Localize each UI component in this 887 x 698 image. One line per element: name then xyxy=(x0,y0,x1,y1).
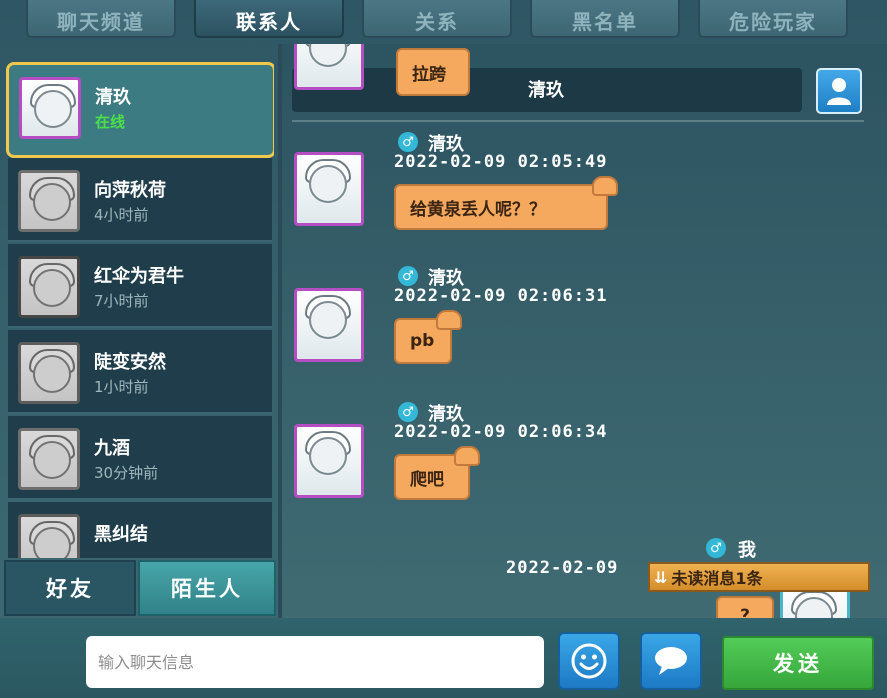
chat-input[interactable] xyxy=(86,636,544,688)
avatar xyxy=(18,170,80,232)
bubble-horn xyxy=(592,176,618,196)
message-text: 爬吧 xyxy=(410,469,444,490)
gender-male-icon: ♂ xyxy=(398,266,418,286)
chat-panel[interactable]: 拉跨 清玖 ♂ 清玖 2022-02-09 02:05:49 给黄泉丢人呢？？ … xyxy=(282,44,887,618)
contact-status: 30分钟前 xyxy=(94,464,159,482)
bubble-horn xyxy=(454,446,480,466)
contact-item[interactable]: 黑纠结 xyxy=(8,502,272,558)
message-time: 2022-02-09 02:06:34 xyxy=(394,422,608,442)
chat-partner-name: 清玖 xyxy=(528,80,564,101)
bubble-horn xyxy=(436,310,462,330)
message-bubble: 给黄泉丢人呢？？ xyxy=(394,176,618,230)
avatar xyxy=(18,428,80,490)
speech-bubble-icon xyxy=(655,647,687,675)
avatar xyxy=(18,256,80,318)
contact-name: 清玖 xyxy=(95,87,131,108)
contact-status: 1小时前 xyxy=(94,378,149,396)
message-avatar xyxy=(294,424,364,498)
self-message-bubble: ? xyxy=(716,596,774,618)
unread-messages-button[interactable]: ⇊ 未读消息1条 xyxy=(648,562,870,592)
smiley-icon xyxy=(571,643,607,679)
contact-name: 黑纠结 xyxy=(94,524,148,545)
avatar xyxy=(18,342,80,404)
contact-item[interactable]: 红伞为君牛 7小时前 xyxy=(8,244,272,328)
message-bubble: 拉跨 xyxy=(396,48,470,96)
tab-contacts[interactable]: 联系人 xyxy=(194,0,344,38)
message-bubble: 爬吧 xyxy=(394,446,480,500)
tab-relations[interactable]: 关系 xyxy=(362,0,512,38)
contact-item-qingjiu[interactable]: 清玖 在线 xyxy=(6,62,274,158)
friends-tab[interactable]: 好友 xyxy=(4,560,136,616)
contact-status: 在线 xyxy=(95,113,126,131)
message-time: 2022-02-09 02:06:31 xyxy=(394,286,608,306)
contact-item[interactable]: 向萍秋荷 4小时前 xyxy=(8,158,272,242)
message-text: pb xyxy=(410,331,435,351)
contact-list: 清玖 在线 向萍秋荷 4小时前 红伞为君牛 7小时前 陡变安然 1小时前 九酒 … xyxy=(6,62,274,558)
profile-button[interactable] xyxy=(816,68,862,114)
tab-dangerous-players[interactable]: 危险玩家 xyxy=(698,0,848,38)
contact-status: 7小时前 xyxy=(94,292,149,310)
user-icon xyxy=(827,78,851,105)
title-divider xyxy=(292,120,864,122)
avatar xyxy=(294,44,364,90)
send-button[interactable]: 发送 xyxy=(722,636,874,690)
contact-name: 九酒 xyxy=(94,438,130,459)
emoji-button[interactable] xyxy=(558,632,620,690)
game-chat-screen: 聊天频道 联系人 关系 黑名单 危险玩家 清玖 在线 向萍秋荷 4小时前 红伞为… xyxy=(0,0,887,698)
contact-item[interactable]: 陡变安然 1小时前 xyxy=(8,330,272,414)
avatar xyxy=(18,514,80,558)
avatar xyxy=(19,77,81,139)
send-label: 发送 xyxy=(773,652,823,676)
quick-chat-button[interactable] xyxy=(640,632,702,690)
unread-label: 未读消息1条 xyxy=(671,569,763,588)
tab-label: 联系人 xyxy=(236,9,302,34)
stranger-tab-label: 陌生人 xyxy=(171,577,243,601)
message-avatar xyxy=(294,152,364,226)
message-bubble: pb xyxy=(394,310,462,364)
message-avatar xyxy=(294,44,364,90)
tab-label: 关系 xyxy=(415,9,459,34)
message-text: ? xyxy=(740,606,750,618)
message-sender: 我 xyxy=(738,540,756,561)
tab-blacklist[interactable]: 黑名单 xyxy=(530,0,680,38)
tab-chat-channel[interactable]: 聊天频道 xyxy=(26,0,176,38)
contact-name: 向萍秋荷 xyxy=(94,180,166,201)
double-chevron-down-icon: ⇊ xyxy=(654,567,668,587)
tab-label: 危险玩家 xyxy=(729,9,817,34)
gender-male-icon: ♂ xyxy=(398,402,418,422)
message-time: 2022-02-09 02:05:49 xyxy=(394,152,608,172)
stranger-tab[interactable]: 陌生人 xyxy=(138,560,276,616)
avatar xyxy=(294,288,364,362)
contact-name: 陡变安然 xyxy=(94,352,166,373)
message-time: 2022-02-09 xyxy=(506,558,619,578)
message-text: 拉跨 xyxy=(412,64,446,85)
tab-label: 聊天频道 xyxy=(57,9,145,34)
message-avatar xyxy=(294,288,364,362)
avatar xyxy=(294,424,364,498)
tab-label: 黑名单 xyxy=(572,9,638,34)
gender-male-icon: ♂ xyxy=(706,538,726,558)
contact-status: 4小时前 xyxy=(94,206,149,224)
contact-name: 红伞为君牛 xyxy=(94,266,184,287)
gender-male-icon: ♂ xyxy=(398,132,418,152)
top-tab-bar: 聊天频道 联系人 关系 黑名单 危险玩家 xyxy=(0,0,887,44)
contact-item[interactable]: 九酒 30分钟前 xyxy=(8,416,272,500)
message-text: 给黄泉丢人呢？？ xyxy=(410,199,546,220)
avatar xyxy=(294,152,364,226)
friends-tab-label: 好友 xyxy=(46,577,94,601)
